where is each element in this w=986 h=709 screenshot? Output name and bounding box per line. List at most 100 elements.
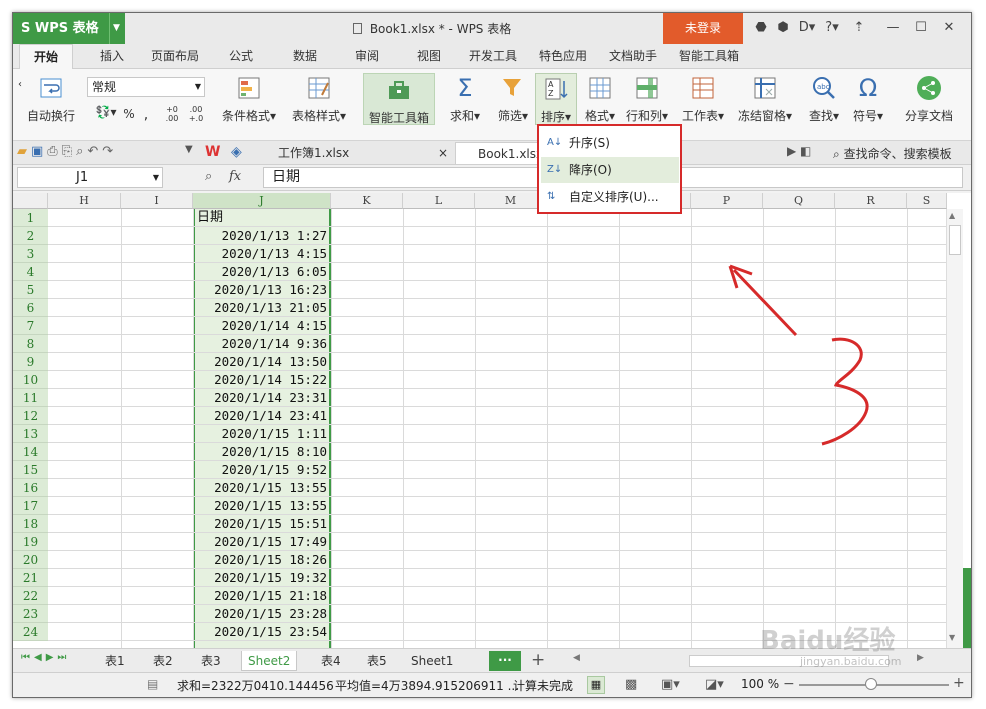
tab-smart-toolbox[interactable]: 智能工具箱	[675, 44, 743, 69]
help-button[interactable]: ?▾	[821, 19, 843, 37]
column-header-p[interactable]: P	[691, 193, 763, 209]
cube-icon[interactable]: ◈	[231, 144, 242, 160]
open-icon[interactable]: ▰	[17, 144, 31, 159]
cell-date-value[interactable]: 2020/1/15 23:54	[195, 623, 329, 641]
row-header[interactable]: 24	[13, 623, 48, 641]
comma-style-icon[interactable]: ,	[141, 107, 151, 123]
row-header[interactable]: 1	[13, 209, 48, 227]
cell-header-date[interactable]: 日期	[195, 209, 329, 227]
cell-date-value[interactable]: 2020/1/15 17:49	[195, 533, 329, 551]
file-tab-book1[interactable]: Book1.xlsx	[455, 142, 543, 164]
sheet-tab-active[interactable]: Sheet2	[241, 651, 298, 671]
cell-date-value[interactable]: 2020/1/15 23:28	[195, 605, 329, 623]
worksheet-button[interactable]: 工作表▾	[677, 75, 729, 124]
sort-button[interactable]: AZ 排序▾	[535, 73, 577, 125]
cell-date-value[interactable]: 2020/1/14 4:15	[195, 317, 329, 335]
tab-home[interactable]: 开始	[19, 44, 73, 69]
scroll-down-icon[interactable]: ▼	[949, 633, 955, 642]
row-header[interactable]: 4	[13, 263, 48, 281]
format-button[interactable]: 格式▾	[581, 75, 619, 124]
row-header[interactable]: 13	[13, 425, 48, 443]
tab-page-layout[interactable]: 页面布局	[147, 44, 203, 69]
row-header[interactable]: 8	[13, 335, 48, 353]
zoom-search-icon[interactable]: ⌕	[205, 169, 212, 184]
redo-icon[interactable]: ↷	[102, 144, 117, 159]
currency-button[interactable]: 💱▾	[91, 105, 121, 119]
tab-formulas[interactable]: 公式	[225, 44, 257, 69]
row-header[interactable]: 19	[13, 533, 48, 551]
zoom-in-icon[interactable]: +	[953, 675, 965, 691]
page-break-view-icon[interactable]: ▩	[625, 677, 637, 692]
scroll-up-icon[interactable]: ▲	[949, 211, 955, 220]
row-header[interactable]: 16	[13, 479, 48, 497]
skin-icon[interactable]: ⬣	[751, 19, 771, 37]
row-header[interactable]: 7	[13, 317, 48, 335]
row-header[interactable]: 10	[13, 371, 48, 389]
sheet-tab[interactable]: Sheet1	[405, 651, 459, 671]
sort-descending-item[interactable]: Z↓ 降序(O)	[541, 157, 679, 183]
sheet-nav-arrows[interactable]: ⏮◀▶⏭	[21, 652, 70, 663]
row-header[interactable]: 6	[13, 299, 48, 317]
cell-date-value[interactable]: 2020/1/14 23:31	[195, 389, 329, 407]
tab-doc-assistant[interactable]: 文档助手	[605, 44, 661, 69]
find-button[interactable]: abc 查找▾	[803, 75, 845, 124]
wrap-text-button[interactable]: 自动换行	[25, 75, 77, 124]
cell-date-value[interactable]: 2020/1/13 16:23	[195, 281, 329, 299]
cell-date-value[interactable]: 2020/1/13 1:27	[195, 227, 329, 245]
row-header[interactable]: 23	[13, 605, 48, 623]
ribbon-scroll-left-icon[interactable]: ‹	[15, 79, 25, 90]
cell-date-value[interactable]: 2020/1/14 9:36	[195, 335, 329, 353]
save-icon[interactable]: ▣	[31, 144, 47, 159]
print-preview-icon[interactable]: ⎙	[47, 144, 61, 159]
table-style-button[interactable]: 表格样式▾	[287, 75, 351, 124]
cell-date-value[interactable]: 2020/1/14 15:22	[195, 371, 329, 389]
row-header[interactable]: 21	[13, 569, 48, 587]
row-header[interactable]: 12	[13, 407, 48, 425]
column-header-k[interactable]: K	[331, 193, 403, 209]
freeze-panes-button[interactable]: 冻结窗格▾	[733, 75, 797, 124]
tab-review[interactable]: 审阅	[351, 44, 383, 69]
side-panel-toggle[interactable]	[963, 568, 971, 648]
column-header-i[interactable]: I	[121, 193, 193, 209]
row-header[interactable]: 14	[13, 443, 48, 461]
macro-icon[interactable]: ▤	[147, 677, 158, 691]
close-tab-icon[interactable]: ×	[438, 142, 448, 164]
row-header[interactable]: 5	[13, 281, 48, 299]
row-header[interactable]: 9	[13, 353, 48, 371]
sheet-tab[interactable]: 表5	[361, 651, 393, 671]
minimize-icon[interactable]: —	[883, 19, 903, 37]
filter-button[interactable]: 筛选▾	[491, 75, 535, 124]
close-icon[interactable]: ✕	[939, 19, 959, 37]
cell-date-value[interactable]: 2020/1/15 8:10	[195, 443, 329, 461]
tab-insert[interactable]: 插入	[96, 44, 128, 69]
scroll-thumb[interactable]	[949, 225, 961, 255]
row-header[interactable]: 2	[13, 227, 48, 245]
row-header[interactable]: 20	[13, 551, 48, 569]
sheet-tab[interactable]: 表1	[99, 651, 131, 671]
login-button[interactable]: 未登录	[663, 13, 743, 44]
row-header[interactable]: 22	[13, 587, 48, 605]
cell-date-value[interactable]: 2020/1/14 23:41	[195, 407, 329, 425]
sort-ascending-item[interactable]: A↓ 升序(S)	[541, 130, 679, 156]
cell-date-value[interactable]: 2020/1/15 13:55	[195, 479, 329, 497]
row-header[interactable]: 3	[13, 245, 48, 263]
row-header[interactable]: 15	[13, 461, 48, 479]
select-all-corner[interactable]	[13, 193, 48, 209]
name-box[interactable]: J1 ▼	[17, 167, 163, 188]
cell-date-value[interactable]: 2020/1/13 6:05	[195, 263, 329, 281]
symbol-button[interactable]: Ω 符号▾	[847, 75, 889, 124]
page-layout-view-icon[interactable]: ▣▾	[661, 677, 680, 692]
cell-date-value[interactable]: 2020/1/15 19:32	[195, 569, 329, 587]
zoom-out-icon[interactable]: −	[783, 676, 795, 692]
sheet-tab[interactable]: 表2	[147, 651, 179, 671]
row-header[interactable]: 18	[13, 515, 48, 533]
cell-date-value[interactable]: 2020/1/14 13:50	[195, 353, 329, 371]
column-header-h[interactable]: H	[48, 193, 121, 209]
more-sheets-button[interactable]: ···	[489, 651, 521, 671]
tab-data[interactable]: 数据	[289, 44, 321, 69]
cell-date-value[interactable]: 2020/1/15 15:51	[195, 515, 329, 533]
feedback-icon[interactable]: D▾	[795, 19, 819, 37]
reading-mode-icon[interactable]: ◪▾	[705, 677, 724, 692]
cell-date-value[interactable]: 2020/1/13 4:15	[195, 245, 329, 263]
zoom-level[interactable]: 100 %	[741, 677, 779, 691]
